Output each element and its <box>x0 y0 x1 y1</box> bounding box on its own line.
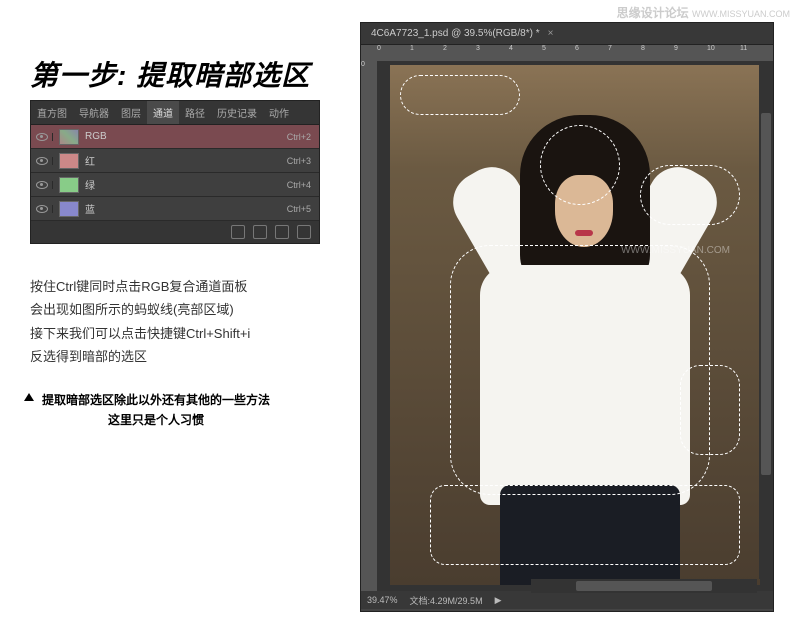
ruler-tick: 10 <box>707 45 740 61</box>
ruler-tick: 4 <box>509 45 542 61</box>
tab-histogram[interactable]: 直方图 <box>31 101 73 124</box>
ruler-tick: 5 <box>542 45 575 61</box>
visibility-toggle[interactable] <box>31 133 53 141</box>
panel-tabs: 直方图 导航器 图层 通道 路径 历史记录 动作 <box>31 101 319 125</box>
instruction-line: 会出现如图所示的蚂蚁线(亮部区域) <box>30 298 330 321</box>
channel-thumb <box>59 201 79 217</box>
tab-paths[interactable]: 路径 <box>179 101 211 124</box>
tab-actions[interactable]: 动作 <box>263 101 295 124</box>
tab-layers[interactable]: 图层 <box>115 101 147 124</box>
tab-channels[interactable]: 通道 <box>147 101 179 124</box>
instruction-line: 接下来我们可以点击快捷键Ctrl+Shift+i <box>30 322 330 345</box>
tab-navigator[interactable]: 导航器 <box>73 101 115 124</box>
scrollbar-thumb[interactable] <box>761 113 771 476</box>
ruler-horizontal[interactable]: 0 1 2 3 4 5 6 7 8 9 10 11 <box>361 45 773 61</box>
photo-blouse <box>480 265 690 505</box>
ruler-tick: 1 <box>410 45 443 61</box>
ruler-tick: 3 <box>476 45 509 61</box>
triangle-icon <box>24 393 34 401</box>
photo-face <box>555 175 613 247</box>
visibility-toggle[interactable] <box>31 157 53 165</box>
ruler-tick: 2 <box>443 45 476 61</box>
instruction-text: 按住Ctrl键同时点击RGB复合通道面板 会出现如图所示的蚂蚁线(亮部区域) 接… <box>30 275 330 369</box>
load-selection-icon[interactable] <box>231 225 245 239</box>
channel-row-rgb[interactable]: RGB Ctrl+2 <box>31 125 319 149</box>
visibility-toggle[interactable] <box>31 205 53 213</box>
scrollbar-horizontal[interactable] <box>531 579 757 593</box>
ruler-tick: 9 <box>674 45 707 61</box>
new-channel-icon[interactable] <box>275 225 289 239</box>
eye-icon <box>36 205 48 213</box>
ruler-tick: 8 <box>641 45 674 61</box>
zoom-level[interactable]: 39.47% <box>367 595 398 605</box>
channel-shortcut: Ctrl+4 <box>287 180 311 190</box>
status-bar: 39.47% 文档:4.29M/29.5M ▶ <box>361 591 773 609</box>
ruler-tick: 0 <box>377 45 410 61</box>
channel-thumb <box>59 129 79 145</box>
image-watermark: WWW.MISSYUAN.COM <box>621 245 730 256</box>
photo-skirt <box>500 485 680 585</box>
ruler-tick: 7 <box>608 45 641 61</box>
scrollbar-thumb[interactable] <box>576 581 712 591</box>
sub-note-line: 这里只是个人习惯 <box>42 410 270 430</box>
canvas-area[interactable]: WWW.MISSYUAN.COM <box>377 61 773 591</box>
sub-note: 提取暗部选区除此以外还有其他的一些方法 这里只是个人习惯 <box>42 390 270 431</box>
doc-size: 文档:4.29M/29.5M <box>410 594 483 607</box>
channel-name: 蓝 <box>85 201 287 216</box>
visibility-toggle[interactable] <box>31 181 53 189</box>
channel-shortcut: Ctrl+3 <box>287 156 311 166</box>
save-selection-icon[interactable] <box>253 225 267 239</box>
channel-shortcut: Ctrl+2 <box>287 132 311 142</box>
instruction-line: 反选得到暗部的选区 <box>30 345 330 368</box>
document-tab[interactable]: 4C6A7723_1.psd @ 39.5%(RGB/8*) * × <box>361 23 773 45</box>
document-title: 4C6A7723_1.psd @ 39.5%(RGB/8*) * <box>371 28 540 39</box>
step-title: 第一步: 提取暗部选区 <box>30 54 310 94</box>
ruler-vertical[interactable]: 0 <box>361 61 377 591</box>
channels-footer <box>31 221 319 243</box>
status-arrow-icon[interactable]: ▶ <box>495 595 502 606</box>
instruction-line: 按住Ctrl键同时点击RGB复合通道面板 <box>30 275 330 298</box>
channel-shortcut: Ctrl+5 <box>287 204 311 214</box>
eye-icon <box>36 157 48 165</box>
delete-channel-icon[interactable] <box>297 225 311 239</box>
channel-thumb <box>59 177 79 193</box>
eye-icon <box>36 181 48 189</box>
ruler-tick: 0 <box>361 61 377 111</box>
site-watermark: 思缘设计论坛 WWW.MISSYUAN.COM <box>617 4 790 21</box>
sub-note-line: 提取暗部选区除此以外还有其他的一些方法 <box>42 390 270 410</box>
channel-row-blue[interactable]: 蓝 Ctrl+5 <box>31 197 319 221</box>
photo-figure <box>450 115 710 555</box>
channel-name: 绿 <box>85 177 287 192</box>
photo-lips <box>575 230 593 236</box>
channel-row-green[interactable]: 绿 Ctrl+4 <box>31 173 319 197</box>
channel-name: 红 <box>85 153 287 168</box>
close-icon[interactable]: × <box>548 28 554 39</box>
document-canvas[interactable]: WWW.MISSYUAN.COM <box>390 65 760 585</box>
channel-row-red[interactable]: 红 Ctrl+3 <box>31 149 319 173</box>
channel-thumb <box>59 153 79 169</box>
channels-panel: 直方图 导航器 图层 通道 路径 历史记录 动作 RGB Ctrl+2 红 Ct… <box>30 100 320 244</box>
ruler-tick: 11 <box>740 45 773 61</box>
tab-history[interactable]: 历史记录 <box>211 101 263 124</box>
scrollbar-vertical[interactable] <box>759 61 773 579</box>
eye-icon <box>36 133 48 141</box>
ruler-tick: 6 <box>575 45 608 61</box>
channel-name: RGB <box>85 131 287 142</box>
photoshop-window: 4C6A7723_1.psd @ 39.5%(RGB/8*) * × 0 1 2… <box>360 22 774 612</box>
